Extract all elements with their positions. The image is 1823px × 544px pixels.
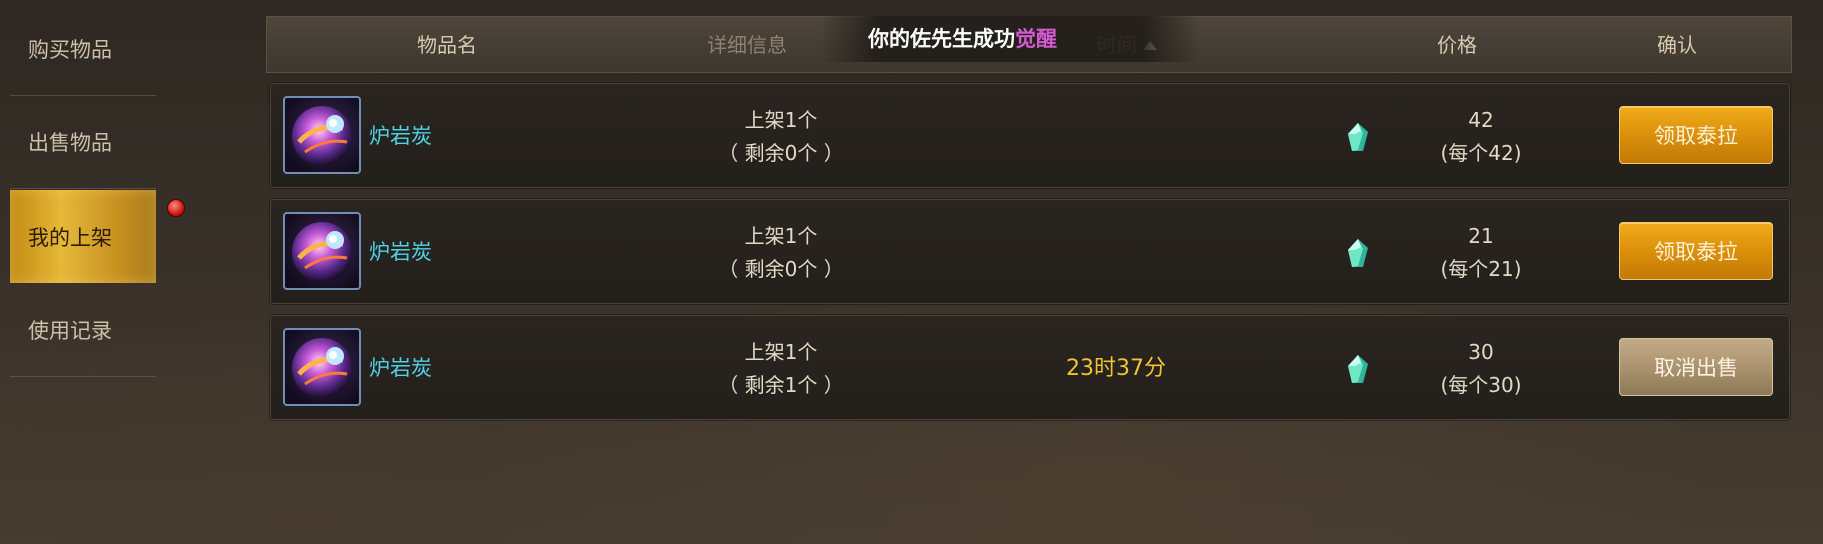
header-detail: 详细信息 — [707, 33, 787, 57]
listing-row: 炉岩炭 上架1个 （ 剩余0个 ） 42 (每个42) 领取泰拉 — [270, 83, 1790, 188]
header-item-name: 物品名 — [417, 33, 477, 57]
cancel-sale-button[interactable]: 取消出售 — [1619, 338, 1773, 396]
remaining-count: （ 剩余0个 ） — [718, 257, 844, 281]
green-crystal-icon — [1348, 123, 1368, 151]
claim-tera-button[interactable]: 领取泰拉 — [1619, 222, 1773, 280]
item-name[interactable]: 炉岩炭 — [369, 316, 432, 421]
sidebar-item-label: 购买物品 — [28, 38, 112, 62]
total-price: 42 — [1468, 108, 1494, 132]
sidebar-item-sell[interactable]: 出售物品 — [10, 96, 156, 189]
market-panel: 购买物品 出售物品 我的上架 使用记录 物品名 详细信息 时间 价格 确认 你的… — [0, 0, 1823, 544]
listing-detail: 上架1个 （ 剩余0个 ） — [641, 220, 921, 286]
system-notice: 你的佐先生成功觉醒 — [820, 16, 1200, 62]
item-name[interactable]: 炉岩炭 — [369, 200, 432, 305]
green-crystal-icon — [1348, 239, 1368, 267]
price: 30 (每个30) — [1401, 336, 1561, 402]
claim-tera-button[interactable]: 领取泰拉 — [1619, 106, 1773, 164]
remaining-count: （ 剩余0个 ） — [718, 141, 844, 165]
sidebar-item-label: 使用记录 — [28, 319, 112, 343]
notice-text: 你的佐先生成功 — [868, 27, 1015, 51]
red-dot-badge — [167, 199, 185, 217]
price: 42 (每个42) — [1401, 104, 1561, 170]
item-name[interactable]: 炉岩炭 — [369, 84, 432, 189]
listing-detail: 上架1个 （ 剩余0个 ） — [641, 104, 921, 170]
listed-count: 上架1个 — [744, 340, 818, 364]
listing-detail: 上架1个 （ 剩余1个 ） — [641, 336, 921, 402]
lava-charcoal-orb-icon[interactable] — [283, 328, 361, 406]
sidebar-item-label: 我的上架 — [28, 225, 112, 250]
unit-price: (每个21) — [1440, 257, 1522, 281]
sidebar-item-my-listings[interactable]: 我的上架 — [10, 190, 156, 283]
notice-highlight: 觉醒 — [1015, 27, 1057, 51]
sidebar-item-label: 出售物品 — [28, 131, 112, 155]
header-price: 价格 — [1437, 33, 1477, 57]
listed-count: 上架1个 — [744, 108, 818, 132]
header-confirm: 确认 — [1657, 33, 1697, 57]
listing-row: 炉岩炭 上架1个 （ 剩余0个 ） 21 (每个21) 领取泰拉 — [270, 199, 1790, 304]
time-remaining — [991, 84, 1241, 189]
listing-row: 炉岩炭 上架1个 （ 剩余1个 ） 23时37分 30 (每个30) 取消出售 — [270, 315, 1790, 420]
unit-price: (每个42) — [1440, 141, 1522, 165]
total-price: 30 — [1468, 340, 1494, 364]
listed-count: 上架1个 — [744, 224, 818, 248]
price: 21 (每个21) — [1401, 220, 1561, 286]
time-remaining — [991, 200, 1241, 305]
time-remaining: 23时37分 — [1066, 356, 1166, 381]
unit-price: (每个30) — [1440, 373, 1522, 397]
green-crystal-icon — [1348, 355, 1368, 383]
sidebar-item-usage-record[interactable]: 使用记录 — [10, 284, 156, 377]
lava-charcoal-orb-icon[interactable] — [283, 96, 361, 174]
total-price: 21 — [1468, 224, 1494, 248]
sidebar: 购买物品 出售物品 我的上架 使用记录 — [0, 0, 185, 544]
remaining-count: （ 剩余1个 ） — [718, 373, 844, 397]
sidebar-item-buy[interactable]: 购买物品 — [10, 3, 156, 96]
lava-charcoal-orb-icon[interactable] — [283, 212, 361, 290]
